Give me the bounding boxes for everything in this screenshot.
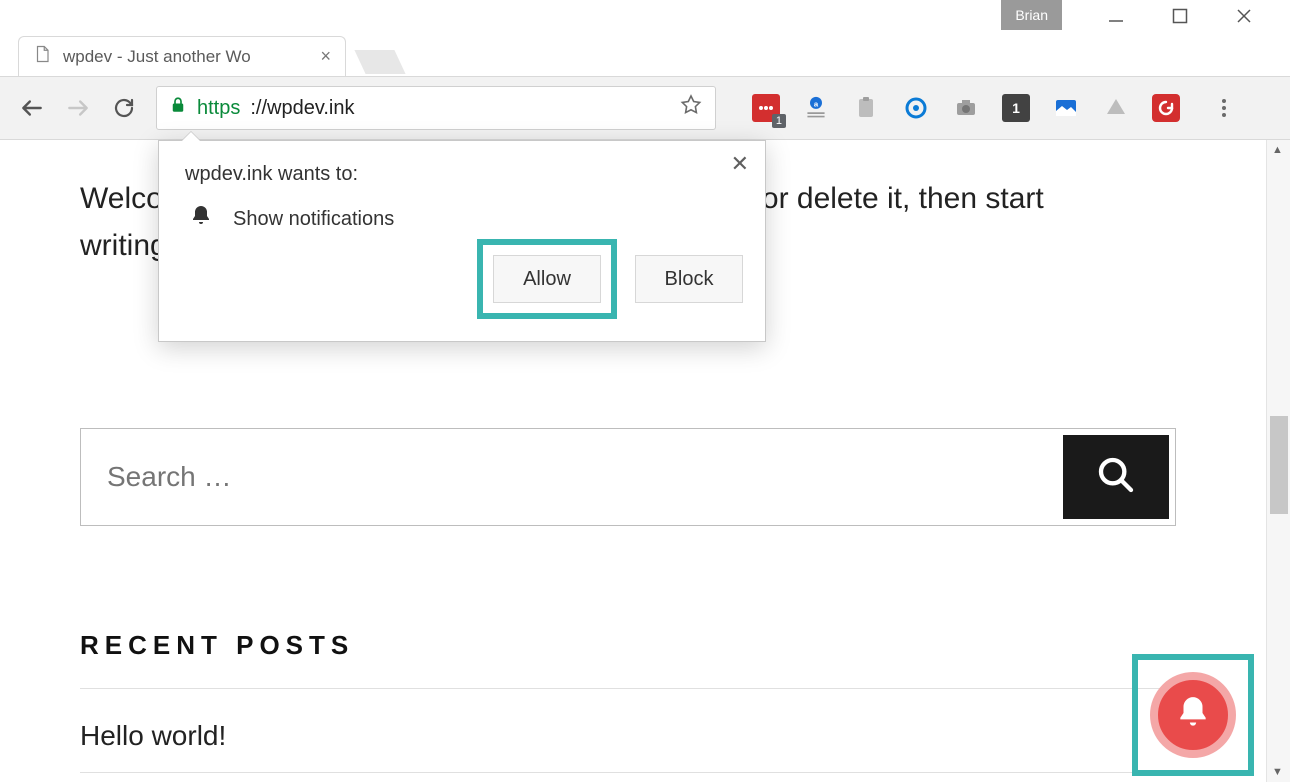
extension-photos-icon[interactable] xyxy=(1052,94,1080,122)
new-tab-button[interactable] xyxy=(354,50,405,74)
extension-lastpass-icon[interactable]: 1 xyxy=(752,94,780,122)
address-bar[interactable]: https ://wpdev.ink xyxy=(156,86,716,130)
allow-highlight-box: Allow xyxy=(477,239,617,319)
window-close-button[interactable] xyxy=(1234,6,1254,26)
tab-title: wpdev - Just another Wo xyxy=(63,47,251,67)
search-button[interactable] xyxy=(1063,435,1169,519)
search-input[interactable] xyxy=(81,429,1057,525)
search-icon xyxy=(1096,455,1136,500)
extension-badge: 1 xyxy=(772,114,786,128)
tab-close-icon[interactable]: × xyxy=(320,46,331,67)
vertical-scrollbar[interactable]: ▲ ▼ xyxy=(1266,140,1290,782)
browser-tab[interactable]: wpdev - Just another Wo × xyxy=(18,36,346,76)
url-scheme: https xyxy=(197,97,240,120)
post-link-hello-world[interactable]: Hello world! xyxy=(80,720,226,752)
page-icon xyxy=(33,45,51,68)
allow-button[interactable]: Allow xyxy=(493,255,601,303)
extension-clipboard-icon[interactable] xyxy=(852,94,880,122)
bell-icon xyxy=(189,204,213,234)
bell-icon xyxy=(1174,694,1212,737)
search-box xyxy=(80,428,1176,526)
extension-counter-icon[interactable]: 1 xyxy=(1002,94,1030,122)
extension-target-icon[interactable] xyxy=(902,94,930,122)
scroll-up-arrow-icon[interactable]: ▲ xyxy=(1272,144,1283,156)
recent-posts-heading: RECENT POSTS xyxy=(80,630,354,661)
extension-grammarly-icon[interactable] xyxy=(1152,94,1180,122)
profile-badge[interactable]: Brian xyxy=(1001,0,1062,30)
extension-amazon-icon[interactable]: a xyxy=(802,94,830,122)
window-minimize-button[interactable] xyxy=(1106,6,1126,26)
notification-permission-popup: ✕ wpdev.ink wants to: Show notifications… xyxy=(158,140,766,342)
extension-drive-icon[interactable] xyxy=(1102,94,1130,122)
popup-arrow-icon xyxy=(181,131,201,141)
permission-header: wpdev.ink wants to: xyxy=(159,141,765,200)
popup-close-button[interactable]: ✕ xyxy=(731,151,749,177)
divider xyxy=(80,772,1176,773)
scrollbar-thumb[interactable] xyxy=(1270,416,1288,514)
scroll-down-arrow-icon[interactable]: ▼ xyxy=(1272,766,1283,778)
block-button[interactable]: Block xyxy=(635,255,743,303)
notification-bell-button[interactable] xyxy=(1150,672,1236,758)
svg-text:a: a xyxy=(814,99,819,108)
bookmark-star-icon[interactable] xyxy=(679,93,703,123)
permission-item: Show notifications xyxy=(233,208,394,231)
bell-highlight-box xyxy=(1132,654,1254,776)
extension-camera-icon[interactable] xyxy=(952,94,980,122)
chrome-menu-button[interactable] xyxy=(1210,94,1238,122)
window-maximize-button[interactable] xyxy=(1170,6,1190,26)
lock-icon xyxy=(169,96,187,120)
back-button[interactable] xyxy=(18,94,46,122)
reload-button[interactable] xyxy=(110,94,138,122)
forward-button[interactable] xyxy=(64,94,92,122)
divider xyxy=(80,688,1176,689)
url-rest: ://wpdev.ink xyxy=(250,97,354,120)
extension-counter-label: 1 xyxy=(1012,100,1020,116)
